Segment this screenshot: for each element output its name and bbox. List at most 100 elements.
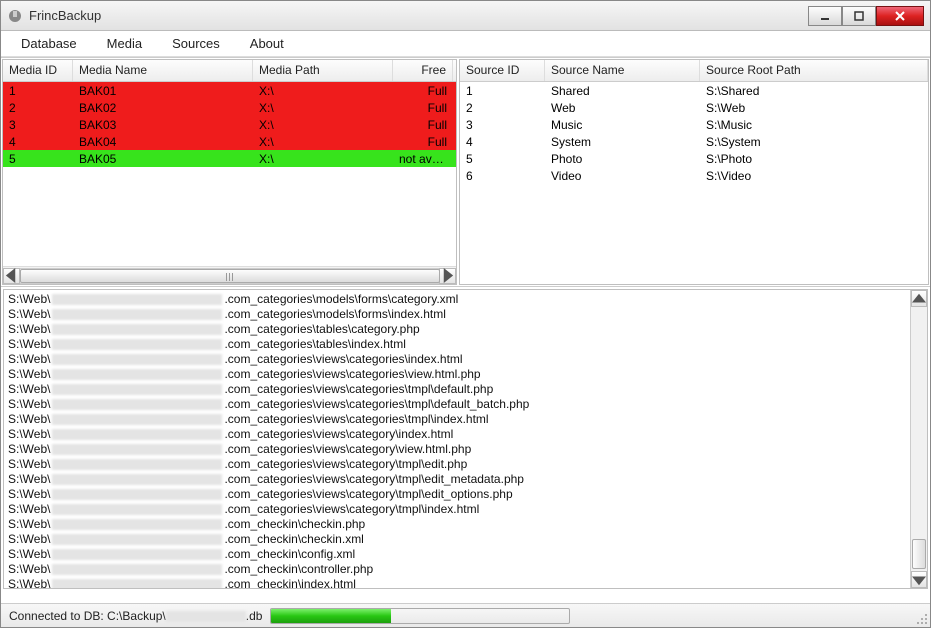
vscroll-track[interactable] [911,307,927,571]
scroll-thumb[interactable] [20,269,440,283]
log-line: S:\Web\.com_checkin\controller.php [8,562,906,577]
menu-sources[interactable]: Sources [162,33,230,54]
cell-media-name: BAK04 [73,134,253,150]
table-row[interactable]: 2WebS:\Web [460,99,928,116]
status-blur [166,611,246,622]
cell-media-name: BAK02 [73,100,253,116]
cell-media-path: X:\ [253,100,393,116]
menu-about[interactable]: About [240,33,294,54]
h-scrollbar[interactable] [3,266,456,284]
minimize-button[interactable] [808,6,842,26]
app-window: FrincBackup Database Media Sources About… [0,0,931,628]
cell-source-name: Shared [545,83,700,99]
cell-source-id: 4 [460,134,545,150]
col-source-id[interactable]: Source ID [460,60,545,81]
cell-media-name: BAK01 [73,83,253,99]
vscroll-thumb[interactable] [912,539,926,569]
scroll-up-icon[interactable] [911,290,927,307]
cell-media-free: Full [393,83,453,99]
media-header: Media ID Media Name Media Path Free [3,60,456,82]
menu-database[interactable]: Database [11,33,87,54]
split-pane: Media ID Media Name Media Path Free 1BAK… [1,57,930,287]
maximize-button[interactable] [842,6,876,26]
cell-media-name: BAK05 [73,151,253,167]
log-line: S:\Web\.com_checkin\index.html [8,577,906,588]
log-panel: S:\Web\.com_categories\models\forms\cate… [3,289,928,589]
log-line: S:\Web\.com_categories\models\forms\inde… [8,307,906,322]
cell-media-name: BAK03 [73,117,253,133]
media-body: 1BAK01X:\Full2BAK02X:\Full3BAK03X:\Full4… [3,82,456,266]
col-source-name[interactable]: Source Name [545,60,700,81]
cell-media-free: Full [393,100,453,116]
cell-media-id: 2 [3,100,73,116]
col-media-path[interactable]: Media Path [253,60,393,81]
log-line: S:\Web\.com_categories\views\categories\… [8,382,906,397]
cell-source-name: Video [545,168,700,184]
progress-fill [271,609,390,623]
table-row[interactable]: 6VideoS:\Video [460,167,928,184]
cell-media-free: Full [393,117,453,133]
status-text: Connected to DB: C:\Backup\.db [9,609,262,623]
col-source-path[interactable]: Source Root Path [700,60,928,81]
log-line: S:\Web\.com_categories\views\category\tm… [8,472,906,487]
log-text[interactable]: S:\Web\.com_categories\models\forms\cate… [4,290,910,588]
col-media-id[interactable]: Media ID [3,60,73,81]
log-line: S:\Web\.com_checkin\checkin.xml [8,532,906,547]
cell-source-name: Web [545,100,700,116]
table-row[interactable]: 4SystemS:\System [460,133,928,150]
table-row[interactable]: 5BAK05X:\not avai... [3,150,456,167]
table-row[interactable]: 3BAK03X:\Full [3,116,456,133]
table-row[interactable]: 1SharedS:\Shared [460,82,928,99]
cell-source-path: S:\Video [700,168,928,184]
table-row[interactable]: 2BAK02X:\Full [3,99,456,116]
scroll-down-icon[interactable] [911,571,927,588]
status-prefix: Connected to DB: C:\Backup\ [9,609,166,623]
status-bar: Connected to DB: C:\Backup\.db [1,603,930,627]
window-controls [808,6,924,26]
cell-media-path: X:\ [253,151,393,167]
cell-media-path: X:\ [253,83,393,99]
cell-source-path: S:\Web [700,100,928,116]
table-row[interactable]: 4BAK04X:\Full [3,133,456,150]
window-title: FrincBackup [29,8,808,23]
v-scrollbar[interactable] [910,290,927,588]
cell-media-id: 1 [3,83,73,99]
log-line: S:\Web\.com_categories\views\categories\… [8,367,906,382]
log-line: S:\Web\.com_categories\views\categories\… [8,397,906,412]
progress-bar [270,608,570,624]
cell-media-free: Full [393,134,453,150]
table-row[interactable]: 5PhotoS:\Photo [460,150,928,167]
log-line: S:\Web\.com_categories\views\category\tm… [8,487,906,502]
log-line: S:\Web\.com_categories\views\categories\… [8,412,906,427]
log-line: S:\Web\.com_categories\views\category\tm… [8,502,906,517]
cell-source-name: System [545,134,700,150]
resize-grip-icon[interactable] [914,611,928,625]
cell-source-id: 2 [460,100,545,116]
media-panel: Media ID Media Name Media Path Free 1BAK… [2,59,457,285]
table-row[interactable]: 3MusicS:\Music [460,116,928,133]
cell-media-path: X:\ [253,134,393,150]
log-line: S:\Web\.com_categories\tables\category.p… [8,322,906,337]
log-line: S:\Web\.com_checkin\checkin.php [8,517,906,532]
cell-media-id: 3 [3,117,73,133]
cell-source-id: 6 [460,168,545,184]
table-row[interactable]: 1BAK01X:\Full [3,82,456,99]
cell-source-id: 3 [460,117,545,133]
menu-media[interactable]: Media [97,33,152,54]
scroll-track[interactable] [20,268,439,284]
scroll-left-icon[interactable] [3,268,20,284]
col-media-name[interactable]: Media Name [73,60,253,81]
scroll-right-icon[interactable] [439,268,456,284]
source-body: 1SharedS:\Shared2WebS:\Web3MusicS:\Music… [460,82,928,284]
cell-media-path: X:\ [253,117,393,133]
cell-source-path: S:\Photo [700,151,928,167]
log-line: S:\Web\.com_categories\views\category\tm… [8,457,906,472]
col-media-free[interactable]: Free [393,60,453,81]
log-line: S:\Web\.com_categories\views\categories\… [8,352,906,367]
title-bar[interactable]: FrincBackup [1,1,930,31]
close-button[interactable] [876,6,924,26]
cell-source-path: S:\Shared [700,83,928,99]
cell-source-path: S:\System [700,134,928,150]
menu-bar: Database Media Sources About [1,31,930,57]
cell-media-free: not avai... [393,151,453,167]
